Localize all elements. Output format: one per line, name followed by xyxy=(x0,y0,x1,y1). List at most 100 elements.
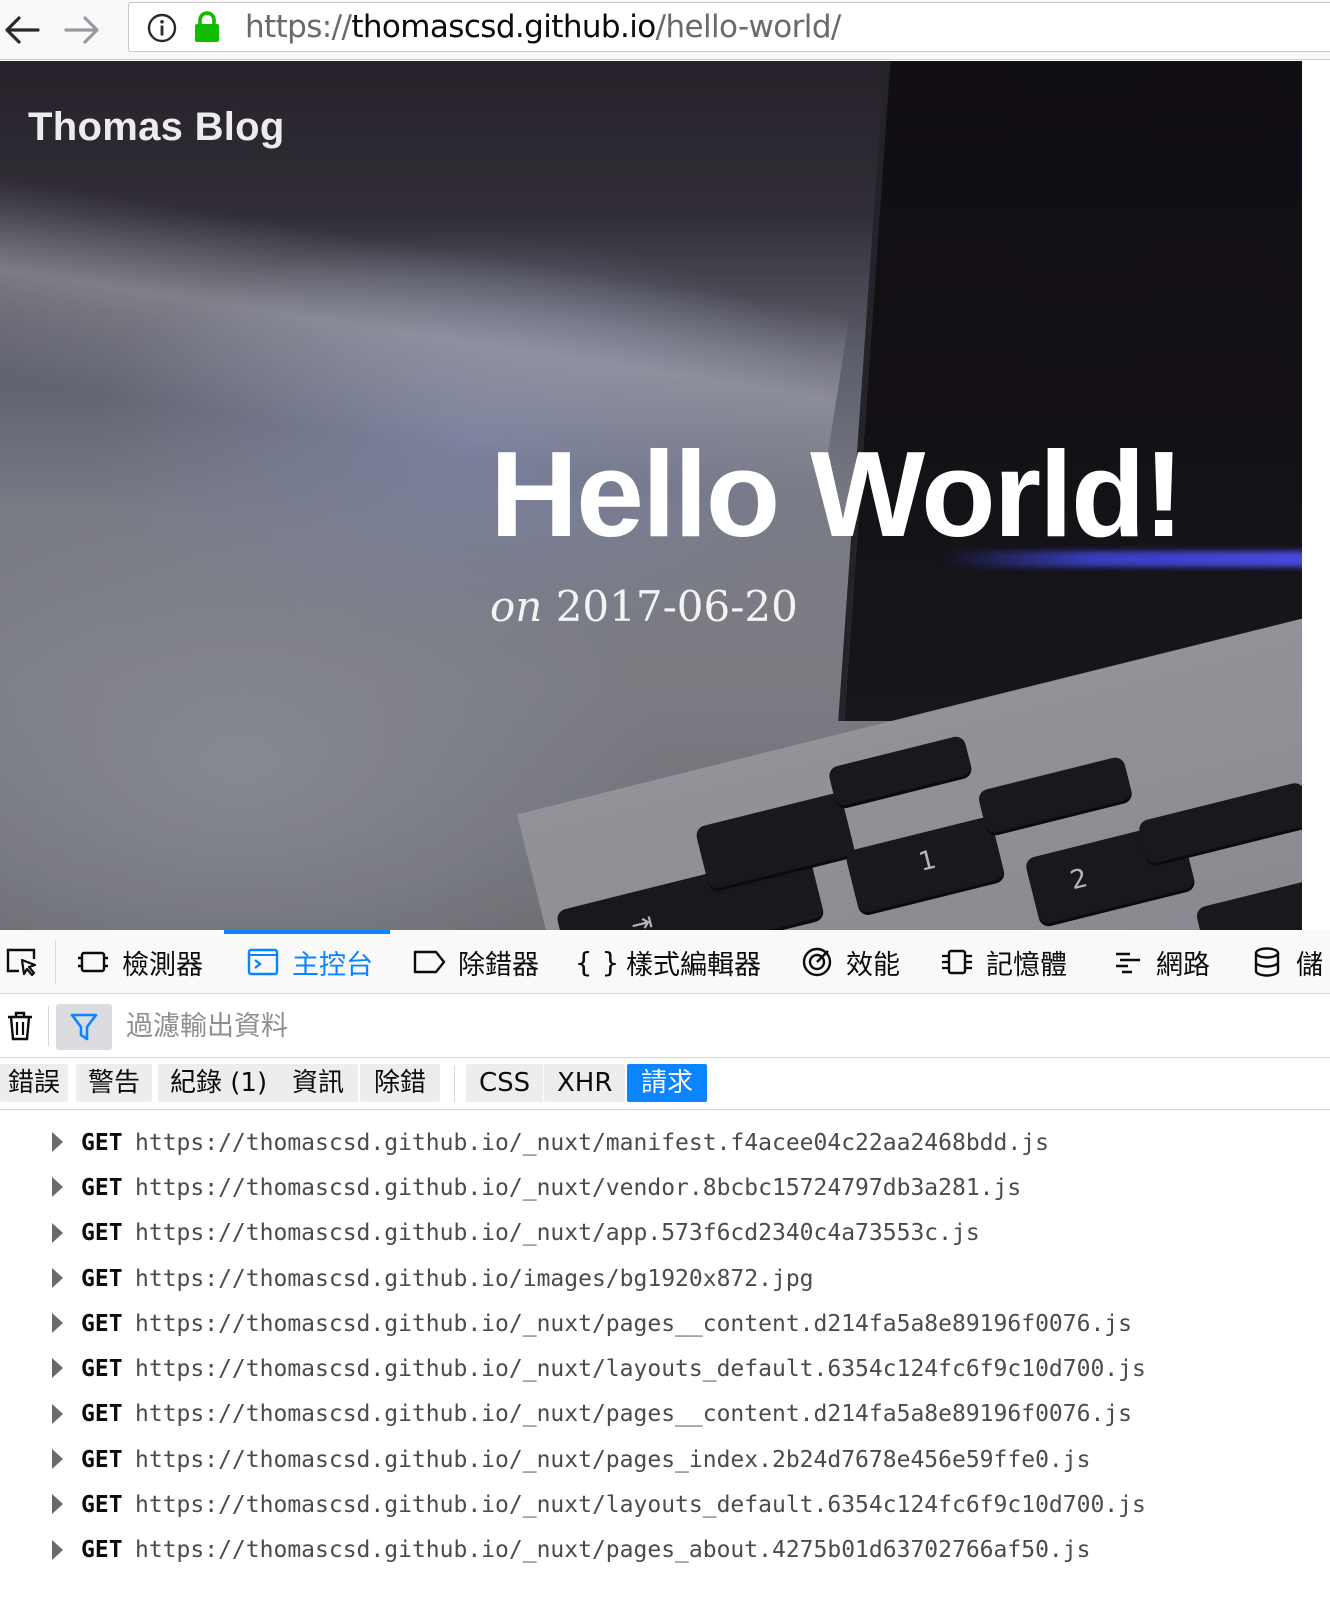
request-url[interactable]: https://thomascsd.github.io/_nuxt/layout… xyxy=(135,1492,1146,1518)
log-row[interactable]: GET https://thomascsd.github.io/_nuxt/lay… xyxy=(0,1482,1330,1527)
filter-icon xyxy=(70,1013,98,1041)
devtools-toolbar: 檢測器 主控台 除錯器 { } 樣式編輯器 效能 記憶體 網路 儲 xyxy=(0,930,1330,994)
request-url[interactable]: https://thomascsd.github.io/_nuxt/pages_… xyxy=(135,1311,1132,1337)
url-text[interactable]: https://thomascsd.github.io/hello-world/ xyxy=(245,9,841,45)
console-category-filters: 錯誤 警告 紀錄 (1) 資訊 除錯 CSS XHR 請求 xyxy=(0,1058,1330,1110)
category-divider xyxy=(454,1066,455,1102)
log-row[interactable]: GET https://thomascsd.github.io/_nuxt/app… xyxy=(0,1211,1330,1256)
devtools-panel: 檢測器 主控台 除錯器 { } 樣式編輯器 效能 記憶體 網路 儲 過濾輸出資料… xyxy=(0,930,1330,1602)
url-bar[interactable]: https://thomascsd.github.io/hello-world/ xyxy=(128,2,1330,52)
url-scheme: https:// xyxy=(245,9,352,45)
tab-label: 主控台 xyxy=(292,949,373,981)
post-date: on 2017-06-20 xyxy=(490,582,798,631)
log-row[interactable]: GET https://thomascsd.github.io/images/bg… xyxy=(0,1256,1330,1301)
log-row[interactable]: GET https://thomascsd.github.io/_nuxt/lay… xyxy=(0,1346,1330,1391)
request-method: GET xyxy=(81,1129,123,1156)
console-output: GET https://thomascsd.github.io/_nuxt/man… xyxy=(0,1120,1330,1573)
filter-divider xyxy=(48,1006,49,1046)
filter-toggle-button[interactable] xyxy=(56,1004,112,1050)
tab-console[interactable]: 主控台 xyxy=(224,930,390,994)
filter-debug-button[interactable]: 除錯 xyxy=(360,1064,441,1102)
blog-title-link[interactable]: Thomas Blog xyxy=(28,105,285,150)
expand-arrow-icon[interactable] xyxy=(52,1267,63,1288)
filter-log-button[interactable]: 紀錄 (1) xyxy=(158,1064,280,1102)
url-path: /hello-world/ xyxy=(655,9,842,45)
request-url[interactable]: https://thomascsd.github.io/images/bg192… xyxy=(135,1266,814,1292)
expand-arrow-icon[interactable] xyxy=(52,1494,63,1515)
url-domain: thomascsd.github.io xyxy=(351,9,656,45)
hero-banner: ⇥ 1 2 Thomas Blog Hello World! on 2017-0… xyxy=(0,61,1302,930)
request-url[interactable]: https://thomascsd.github.io/_nuxt/pages_… xyxy=(135,1537,1090,1563)
lock-icon[interactable] xyxy=(193,10,221,48)
tab-style-editor[interactable]: { } 樣式編輯器 xyxy=(575,930,761,994)
info-icon[interactable] xyxy=(147,13,177,47)
expand-arrow-icon[interactable] xyxy=(52,1313,63,1334)
tab-label: 檢測器 xyxy=(122,949,203,981)
expand-arrow-icon[interactable] xyxy=(52,1358,63,1379)
expand-arrow-icon[interactable] xyxy=(52,1222,63,1243)
expand-arrow-icon[interactable] xyxy=(52,1449,63,1470)
debugger-icon xyxy=(412,945,446,979)
tab-network[interactable]: 網路 xyxy=(1110,930,1210,994)
arrow-right-icon xyxy=(64,16,99,44)
log-row[interactable]: GET https://thomascsd.github.io/_nuxt/pag… xyxy=(0,1437,1330,1482)
log-row[interactable]: GET https://thomascsd.github.io/_nuxt/man… xyxy=(0,1120,1330,1165)
memory-icon xyxy=(940,945,974,979)
filter-input[interactable] xyxy=(126,1006,1026,1046)
forward-button[interactable] xyxy=(60,8,104,52)
trash-icon xyxy=(8,1011,32,1041)
log-row[interactable]: GET https://thomascsd.github.io/_nuxt/ven… xyxy=(0,1165,1330,1210)
filter-css-button[interactable]: CSS xyxy=(466,1064,544,1102)
tab-label: 樣式編輯器 xyxy=(626,949,761,981)
expand-arrow-icon[interactable] xyxy=(52,1539,63,1560)
element-picker-button[interactable] xyxy=(2,942,42,982)
date-value: 2017-06-20 xyxy=(555,582,798,631)
request-method: GET xyxy=(81,1537,123,1564)
tab-storage[interactable]: 儲 xyxy=(1250,930,1323,994)
expand-arrow-icon[interactable] xyxy=(52,1132,63,1152)
tab-memory[interactable]: 記憶體 xyxy=(940,930,1067,994)
log-row[interactable]: GET https://thomascsd.github.io/_nuxt/pag… xyxy=(0,1528,1330,1573)
tab-label: 儲 xyxy=(1296,949,1323,981)
performance-icon xyxy=(800,945,834,979)
request-method: GET xyxy=(81,1446,123,1473)
inspector-icon xyxy=(76,945,110,979)
filter-xhr-button[interactable]: XHR xyxy=(544,1064,626,1102)
clear-console-button[interactable] xyxy=(2,1006,38,1046)
browser-toolbar: https://thomascsd.github.io/hello-world/ xyxy=(0,0,1330,60)
log-row[interactable]: GET https://thomascsd.github.io/_nuxt/pag… xyxy=(0,1301,1330,1346)
filter-info-button[interactable]: 資訊 xyxy=(278,1064,359,1102)
network-icon xyxy=(1110,945,1144,979)
request-url[interactable]: https://thomascsd.github.io/_nuxt/pages_… xyxy=(135,1447,1090,1473)
request-url[interactable]: https://thomascsd.github.io/_nuxt/vendor… xyxy=(135,1175,1021,1201)
tab-inspector[interactable]: 檢測器 xyxy=(76,930,203,994)
request-method: GET xyxy=(81,1401,123,1428)
request-url[interactable]: https://thomascsd.github.io/_nuxt/pages_… xyxy=(135,1401,1132,1427)
expand-arrow-icon[interactable] xyxy=(52,1177,63,1198)
post-title: Hello World! xyxy=(490,426,1184,562)
console-filter-bar xyxy=(0,994,1330,1058)
tab-debugger[interactable]: 除錯器 xyxy=(412,930,539,994)
request-method: GET xyxy=(81,1310,123,1337)
request-method: GET xyxy=(81,1174,123,1201)
request-url[interactable]: https://thomascsd.github.io/_nuxt/layout… xyxy=(135,1356,1146,1382)
back-button[interactable] xyxy=(0,8,44,52)
element-picker-icon xyxy=(6,948,37,977)
request-url[interactable]: https://thomascsd.github.io/_nuxt/app.57… xyxy=(135,1220,980,1246)
request-method: GET xyxy=(81,1220,123,1247)
log-row[interactable]: GET https://thomascsd.github.io/_nuxt/pag… xyxy=(0,1392,1330,1437)
arrow-left-icon xyxy=(5,16,40,44)
tab-label: 除錯器 xyxy=(458,949,539,981)
console-icon xyxy=(246,945,280,979)
tab-label: 效能 xyxy=(846,949,900,981)
filter-requests-button[interactable]: 請求 xyxy=(627,1064,708,1102)
tab-performance[interactable]: 效能 xyxy=(800,930,900,994)
request-method: GET xyxy=(81,1492,123,1519)
request-method: GET xyxy=(81,1265,123,1292)
request-url[interactable]: https://thomascsd.github.io/_nuxt/manife… xyxy=(135,1130,1049,1156)
expand-arrow-icon[interactable] xyxy=(52,1403,63,1424)
tab-label: 記憶體 xyxy=(986,949,1067,981)
filter-error-button[interactable]: 錯誤 xyxy=(0,1064,69,1102)
toolbar-divider xyxy=(55,940,56,984)
filter-warning-button[interactable]: 警告 xyxy=(76,1064,153,1102)
